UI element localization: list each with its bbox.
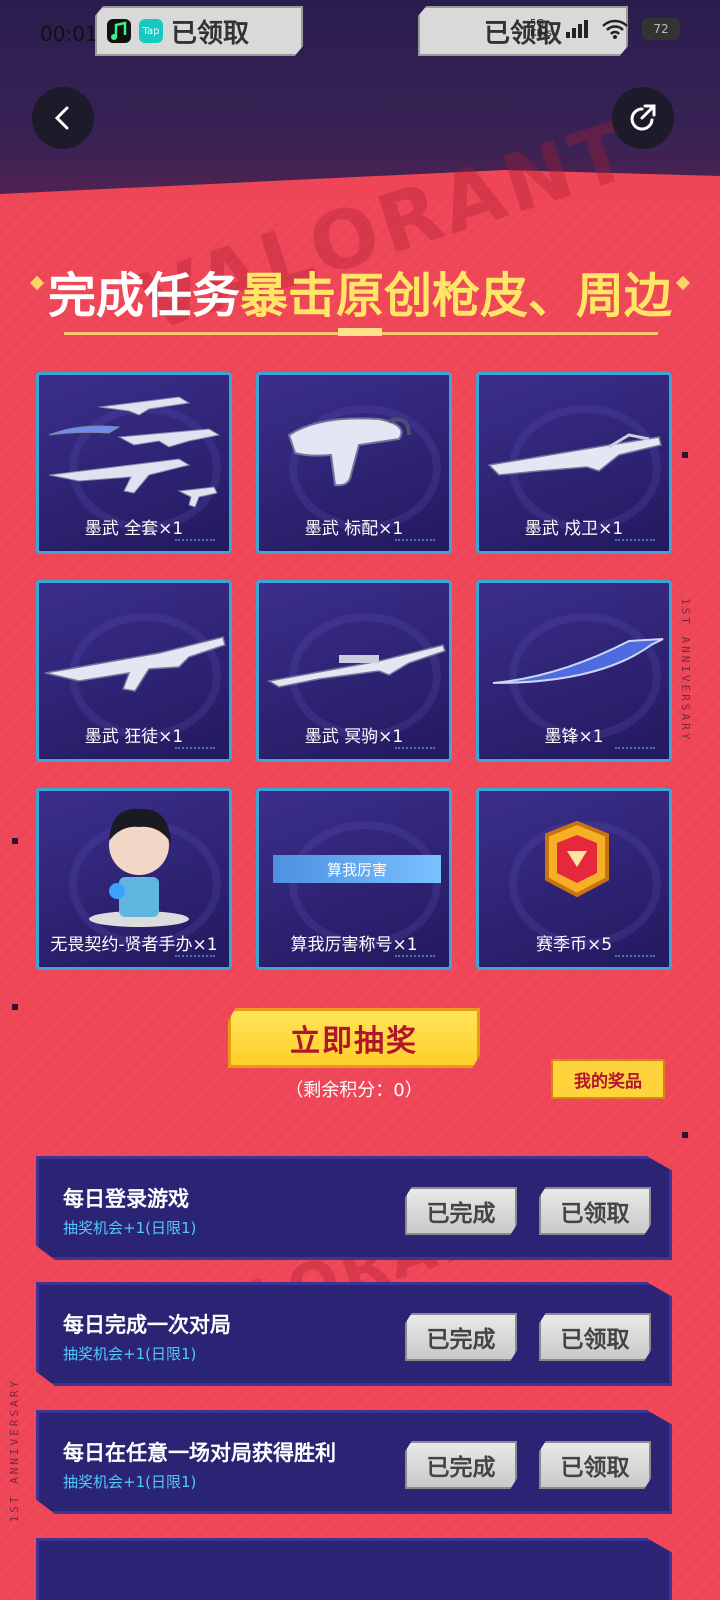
task-card: 每日登录游戏 抽奖机会+1(日限1) 已完成 已领取 [36,1156,672,1260]
title-badge: 算我厉害 [273,855,441,883]
prize-card-marshal: 墨武 冥驹×1 [256,580,452,762]
task-done-button[interactable]: 已完成 [405,1313,517,1361]
task-title: 每日在任意一场对局获得胜利 [63,1441,336,1465]
anniversary-side-text-left: 1ST ANNIVERSARY [8,1378,21,1523]
status-time: 00:01 [40,22,98,46]
my-prizes-button[interactable]: 我的奖品 [551,1059,665,1099]
prize-label: 墨武 戍卫×1 [524,519,624,539]
title-badge-text: 算我厉害 [326,860,387,879]
blade-image [492,638,664,684]
card-corner-decoration [175,747,215,751]
signal-icon [566,20,588,38]
prize-card-classic: 墨武 标配×1 [256,372,452,554]
prize-card-phantom: 墨武 狂徒×1 [36,580,232,762]
task-title: 每日登录游戏 [63,1187,189,1211]
prize-label: 墨武 标配×1 [304,519,404,539]
season-coin-icon [545,820,609,898]
task-claim-button[interactable]: 已领取 [539,1187,651,1235]
net-speed-unit: KB/s [530,28,552,39]
card-corner-decoration [615,955,655,959]
prize-label: 墨武 全套×1 [84,519,184,539]
edge-tick [682,452,688,458]
card-corner-decoration [175,955,215,959]
prize-card-figure: 无畏契约-贤者手办×1 [36,788,232,970]
card-corner-decoration [395,539,435,543]
share-button[interactable] [612,87,674,149]
music-app-icon [107,19,131,43]
prize-label: 算我厉害称号×1 [290,935,418,955]
remaining-points: （剩余积分：0） [285,1080,423,1101]
card-corner-decoration [395,955,435,959]
task-card: 每日完成一次对局 抽奖机会+1(日限1) 已完成 已领取 [36,1282,672,1386]
wifi-icon [602,19,628,39]
task-reward: 抽奖机会+1(日限1) [63,1219,197,1237]
pistol-image [287,417,411,487]
card-corner-decoration [615,747,655,751]
rifle-image [487,433,662,476]
card-corner-decoration [615,539,655,543]
task-done-button[interactable]: 已完成 [405,1441,517,1489]
task-reward: 抽奖机会+1(日限1) [63,1473,197,1491]
prize-card-season-coin: 赛季币×5 [476,788,672,970]
edge-tick [682,1132,688,1138]
sniper-image [266,644,446,688]
card-corner-decoration [175,539,215,543]
prize-card-guardian: 墨武 戍卫×1 [476,372,672,554]
figure-image [89,808,189,927]
prize-label: 墨武 狂徒×1 [84,727,184,747]
task-claim-button[interactable]: 已领取 [539,1441,651,1489]
weapon-set-image [48,396,221,508]
prize-card-title: 算我厉害 算我厉害称号×1 [256,788,452,970]
draw-now-button[interactable]: 立即抽奖 [228,1008,480,1068]
prize-label: 赛季币×5 [535,935,613,955]
status-icons: 5G KB/s 72 [530,18,680,40]
task-card: 每日在任意一场对局获得胜利 抽奖机会+1(日限1) 已完成 已领取 [36,1410,672,1514]
taptap-app-icon: Tap [139,19,163,43]
back-button[interactable] [32,87,94,149]
prize-label: 墨锋×1 [544,727,604,747]
edge-tick [12,1004,18,1010]
status-pill-left: Tap 已领取 [95,6,303,56]
headline-yellow-text: 暴击原创枪皮、周边 [240,268,673,324]
task-card-partial [36,1538,672,1600]
chevron-left-icon [54,106,69,130]
headline-underline-notch [338,328,382,336]
battery-indicator: 72 [642,18,680,40]
task-title: 每日完成一次对局 [63,1313,231,1337]
status-pill-left-text: 已领取 [171,18,250,49]
share-icon [630,104,656,131]
edge-tick [12,838,18,844]
prize-label: 无畏契约-贤者手办×1 [50,935,218,955]
net-speed: 5G KB/s [530,19,552,39]
task-reward: 抽奖机会+1(日限1) [63,1345,197,1363]
page-headline: 完成任务暴击原创枪皮、周边 [0,256,720,326]
card-corner-decoration [395,747,435,751]
task-done-button[interactable]: 已完成 [405,1187,517,1235]
task-claim-button[interactable]: 已领取 [539,1313,651,1361]
prize-label: 墨武 冥驹×1 [304,727,404,747]
prize-card-melee: 墨锋×1 [476,580,672,762]
headline-white-text: 完成任务 [47,268,240,324]
rifle-image [44,636,226,692]
prize-card-full-set: 墨武 全套×1 [36,372,232,554]
anniversary-side-text-right: 1ST ANNIVERSARY [679,598,692,743]
